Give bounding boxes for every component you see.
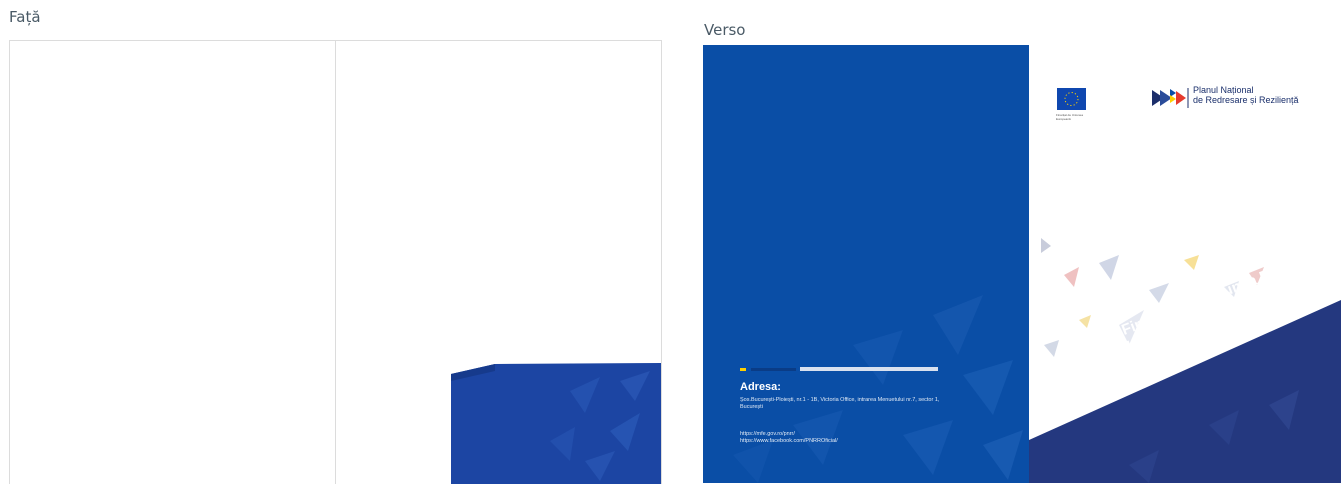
front-side-label: Față bbox=[9, 8, 41, 26]
triangle-pattern bbox=[733, 295, 1023, 483]
address-title: Adresa: bbox=[740, 381, 781, 393]
pocket-graphic bbox=[451, 363, 661, 484]
accent-bar-dark bbox=[751, 368, 796, 371]
website-url: https://mfe.gov.ro/pnrr/ bbox=[740, 431, 795, 437]
facebook-url: https://www.facebook.com/PNRROficial/ bbox=[740, 438, 838, 444]
back-preview[interactable]: Adresa: Șos.București-Ploiești, nr.1 - 1… bbox=[703, 45, 1341, 483]
address-text: Șos.București-Ploiești, nr.1 - 1B, Victo… bbox=[740, 397, 940, 410]
back-panel-blue: Adresa: Șos.București-Ploiești, nr.1 - 1… bbox=[703, 45, 1029, 483]
back-panel-white: Finanțat de Uniunea Europeană Planul Naț… bbox=[1029, 45, 1341, 483]
accent-bar-light bbox=[800, 367, 938, 371]
accent-bar-yellow bbox=[740, 368, 746, 371]
front-preview[interactable] bbox=[9, 40, 662, 484]
back-side-label: Verso bbox=[704, 21, 746, 39]
